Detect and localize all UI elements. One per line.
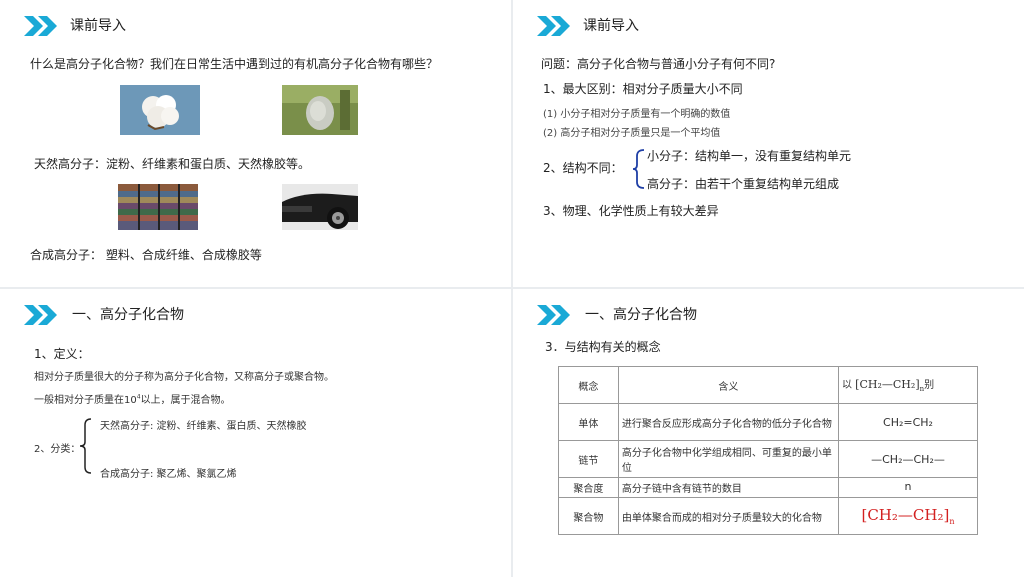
slide-title: 一、高分子化合物 bbox=[585, 307, 697, 323]
difference-2: 2、结构不同： bbox=[543, 161, 623, 175]
small-molecule-structure: 小分子：结构单一，没有重复结构单元 bbox=[647, 149, 852, 163]
fabrics-image bbox=[118, 184, 198, 230]
row-example: —CH₂—CH₂— bbox=[837, 440, 979, 478]
natural-polymer-text: 天然高分子：淀粉、纤维素和蛋白质、天然橡胶等。 bbox=[34, 157, 311, 171]
car-image bbox=[282, 184, 358, 230]
slide-intro-1: 课前导入 什么是高分子化合物？我们在日常生活中遇到过的有机高分子化合物有哪些？ … bbox=[0, 0, 511, 287]
row-term: 链节 bbox=[558, 440, 619, 478]
definition-line-2: 一般相对分子质量在104以上，属于混合物。 bbox=[34, 393, 231, 406]
silkworm-image bbox=[282, 85, 358, 135]
difference-1b: (2) 高分子相对分子质量只是一个平均值 bbox=[543, 128, 721, 139]
concepts-subtitle: 3．与结构有关的概念 bbox=[545, 340, 661, 354]
brace-icon bbox=[79, 418, 92, 474]
table-row: 聚合物 由单体聚合而成的相对分子质量较大的化合物 [CH₂—CH₂]n bbox=[558, 497, 979, 535]
difference-1a: (1) 小分子相对分子质量有一个明确的数值 bbox=[543, 109, 731, 120]
row-example: [CH₂—CH₂]n bbox=[837, 497, 979, 535]
header-meaning: 含义 bbox=[617, 366, 839, 404]
table-header-row: 概念 含义 以 [CH₂—CH₂]n别 bbox=[558, 366, 979, 404]
classification-heading: 2、分类： bbox=[34, 444, 81, 455]
header-term: 概念 bbox=[558, 366, 619, 404]
slide-definition: 一、高分子化合物 1、定义： 相对分子质量很大的分子称为高分子化合物，又称高分子… bbox=[0, 289, 511, 577]
definition-line-1: 相对分子质量很大的分子称为高分子化合物，又称高分子或聚合物。 bbox=[34, 372, 334, 383]
concepts-table: 概念 含义 以 [CH₂—CH₂]n别 单体 进行聚合反应形成高分子化合物的低分… bbox=[558, 366, 979, 535]
row-meaning: 进行聚合反应形成高分子化合物的低分子化合物 bbox=[617, 403, 839, 441]
header-example: 以 [CH₂—CH₂]n别 bbox=[837, 366, 979, 404]
row-term: 单体 bbox=[558, 403, 619, 441]
row-meaning: 高分子化合物中化学组成相同、可重复的最小单位 bbox=[617, 440, 839, 478]
slide-title: 课前导入 bbox=[583, 18, 639, 34]
natural-polymer-class: 天然高分子: 淀粉、纤维素、蛋白质、天然橡胶 bbox=[100, 421, 307, 432]
slide-intro-2: 课前导入 问题：高分子化合物与普通小分子有何不同? 1、最大区别：相对分子质量大… bbox=[513, 0, 1024, 287]
chevron-icon bbox=[24, 305, 57, 325]
row-term: 聚合物 bbox=[558, 497, 619, 535]
cotton-image bbox=[120, 85, 200, 135]
row-meaning: 高分子链中含有链节的数目 bbox=[617, 477, 839, 498]
question-text: 问题：高分子化合物与普通小分子有何不同? bbox=[541, 57, 776, 71]
row-term: 聚合度 bbox=[558, 477, 619, 498]
polymer-formula-header: [CH₂—CH₂]n bbox=[855, 378, 925, 394]
chevron-icon bbox=[537, 305, 570, 325]
chevron-icon bbox=[24, 16, 57, 36]
table-row: 链节 高分子化合物中化学组成相同、可重复的最小单位 —CH₂—CH₂— bbox=[558, 440, 979, 478]
slide-title: 一、高分子化合物 bbox=[72, 307, 184, 323]
difference-3: 3、物理、化学性质上有较大差异 bbox=[543, 204, 719, 218]
row-example: n bbox=[837, 477, 979, 498]
polymer-structure: 高分子：由若干个重复结构单元组成 bbox=[647, 177, 840, 191]
synthetic-polymer-class: 合成高分子: 聚乙烯、聚氯乙烯 bbox=[100, 469, 237, 480]
table-row: 单体 进行聚合反应形成高分子化合物的低分子化合物 CH₂=CH₂ bbox=[558, 403, 979, 441]
slide-concepts: 一、高分子化合物 3．与结构有关的概念 概念 含义 以 [CH₂—CH₂]n别 … bbox=[513, 289, 1024, 577]
brace-icon bbox=[632, 149, 645, 189]
polymer-formula-red: [CH₂—CH₂]n bbox=[861, 506, 955, 526]
chevron-icon bbox=[537, 16, 570, 36]
synthetic-polymer-text: 合成高分子： 塑料、合成纤维、合成橡胶等 bbox=[30, 248, 262, 262]
difference-1: 1、最大区别：相对分子质量大小不同 bbox=[543, 82, 743, 96]
definition-heading: 1、定义： bbox=[34, 347, 90, 361]
slide-title: 课前导入 bbox=[70, 18, 126, 34]
question-text: 什么是高分子化合物？我们在日常生活中遇到过的有机高分子化合物有哪些？ bbox=[30, 57, 439, 71]
row-meaning: 由单体聚合而成的相对分子质量较大的化合物 bbox=[617, 497, 839, 535]
table-row: 聚合度 高分子链中含有链节的数目 n bbox=[558, 477, 979, 498]
row-example: CH₂=CH₂ bbox=[837, 403, 979, 441]
